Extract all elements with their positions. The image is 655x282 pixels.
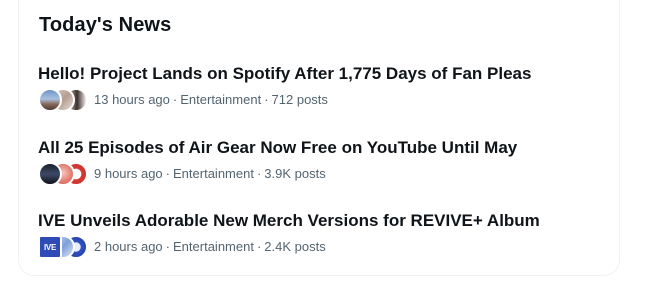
separator-dot: · — [165, 239, 171, 254]
todays-news-card: Today's News Hello! Project Lands on Spo… — [18, 0, 620, 276]
separator-dot: · — [256, 166, 262, 181]
section-title: Today's News — [39, 14, 172, 36]
news-item[interactable]: IVE Unveils Adorable New Merch Versions … — [19, 210, 619, 282]
avatar-stack: IVE — [38, 235, 88, 259]
news-headline[interactable]: All 25 Episodes of Air Gear Now Free on … — [38, 137, 517, 159]
separator-dot: · — [165, 166, 171, 181]
news-category: Entertainment — [173, 239, 254, 254]
news-time: 13 hours ago — [94, 92, 170, 107]
avatar-stack — [38, 162, 88, 186]
news-category: Entertainment — [173, 166, 254, 181]
news-item[interactable]: Hello! Project Lands on Spotify After 1,… — [19, 63, 619, 137]
news-time: 9 hours ago — [94, 166, 163, 181]
news-item[interactable]: All 25 Episodes of Air Gear Now Free on … — [19, 137, 619, 211]
news-category: Entertainment — [180, 92, 262, 107]
news-post-count: 712 posts — [271, 92, 328, 107]
dark-anime-avatar-icon — [38, 162, 62, 186]
news-post-count: 2.4K posts — [264, 239, 326, 254]
separator-dot: · — [172, 92, 178, 107]
ive-logo-text: IVE — [44, 242, 56, 252]
news-meta: 9 hours ago · Entertainment · 3.9K posts — [38, 162, 598, 186]
news-meta: IVE 2 hours ago · Entertainment · 2.4K posts — [38, 235, 598, 259]
avatar-stack — [38, 88, 88, 112]
separator-dot: · — [264, 92, 269, 107]
news-meta-text: 13 hours ago · Entertainment · 712 posts — [94, 92, 328, 107]
ive-logo-avatar-icon: IVE — [38, 235, 62, 259]
stage: Today's News Hello! Project Lands on Spo… — [0, 0, 655, 282]
news-meta-text: 9 hours ago · Entertainment · 3.9K posts — [94, 166, 326, 181]
landscape-photo-avatar-icon — [38, 88, 62, 112]
news-meta: 13 hours ago · Entertainment · 712 posts — [38, 88, 598, 112]
news-meta-text: 2 hours ago · Entertainment · 2.4K posts — [94, 239, 326, 254]
news-headline[interactable]: Hello! Project Lands on Spotify After 1,… — [38, 63, 531, 85]
news-time: 2 hours ago — [94, 239, 163, 254]
news-post-count: 3.9K posts — [264, 166, 326, 181]
news-headline[interactable]: IVE Unveils Adorable New Merch Versions … — [38, 210, 540, 232]
separator-dot: · — [256, 239, 262, 254]
